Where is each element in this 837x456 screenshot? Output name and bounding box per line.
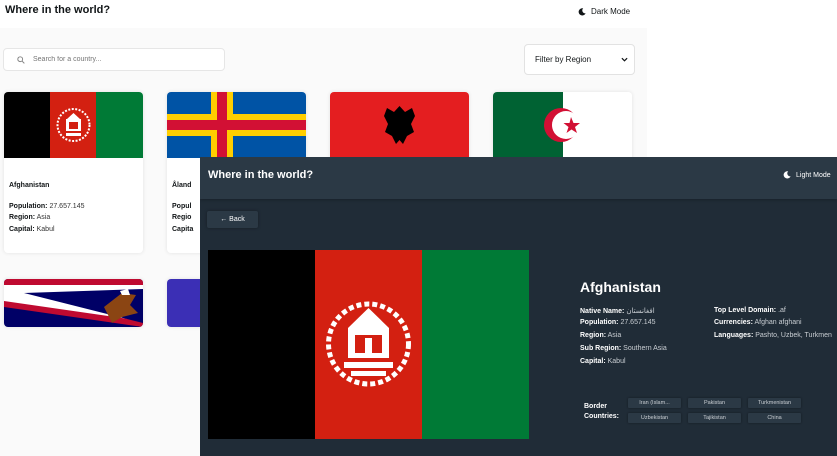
moon-icon [783, 171, 791, 179]
dark-mode-window: Where in the world? Light Mode ← Back Af… [200, 157, 837, 456]
country-card[interactable] [4, 279, 143, 327]
search-box[interactable] [3, 48, 225, 71]
languages-row: Languages: Pashto, Uzbek, Turkmen [714, 332, 832, 339]
flag-image-large [208, 250, 529, 439]
capital-row: Capital: Kabul [580, 358, 626, 365]
border-country-chip[interactable]: Tajikistan [688, 413, 741, 423]
border-country-chip[interactable]: Turkmenistan [748, 398, 801, 408]
chevron-down-icon [621, 57, 628, 62]
region-row: Region: Asia [9, 214, 51, 221]
region-row: Regio [172, 214, 192, 221]
native-name-row: Native Name: افغانستان [580, 308, 655, 315]
capital-row: Capita [172, 226, 194, 233]
country-name: Afghanistan [9, 182, 50, 189]
border-country-chip[interactable]: Iran (Islam... [628, 398, 681, 408]
dark-mode-label: Dark Mode [591, 7, 631, 16]
search-icon [17, 55, 25, 64]
country-title: Afghanistan [580, 279, 661, 295]
light-mode-toggle[interactable]: Light Mode [783, 171, 831, 179]
tld-row: Top Level Domain: .af [714, 307, 786, 314]
border-countries-label: Border Countries: [584, 403, 619, 420]
search-input[interactable] [33, 56, 193, 63]
flag-image [493, 92, 632, 158]
border-country-chip[interactable]: China [748, 413, 801, 423]
flag-image [4, 92, 143, 158]
population-row: Population: 27.657.145 [9, 203, 85, 210]
flag-image [167, 92, 306, 158]
dark-mode-toggle[interactable]: Dark Mode [578, 7, 630, 16]
region-filter-value: Filter by Region [535, 55, 592, 64]
moon-icon [578, 7, 586, 15]
header: Where in the world? Light Mode [200, 157, 837, 199]
light-mode-label: Light Mode [796, 171, 831, 179]
currencies-row: Currencies: Afghan afghani [714, 319, 802, 326]
region-row: Region: Asia [580, 332, 622, 339]
header: Where in the world? Dark Mode [0, 0, 647, 28]
flag-image [4, 279, 143, 327]
border-country-chip[interactable]: Uzbekistan [628, 413, 681, 423]
country-card[interactable]: Afghanistan Population: 27.657.145 Regio… [4, 92, 143, 253]
sub-region-row: Sub Region: Southern Asia [580, 345, 667, 352]
flag-image [330, 92, 469, 158]
border-country-chip[interactable]: Pakistan [688, 398, 741, 408]
app-title: Where in the world? [208, 169, 314, 181]
capital-row: Capital: Kabul [9, 226, 55, 233]
population-row: Population: 27.657.145 [580, 319, 656, 326]
country-name: Åland [172, 182, 192, 189]
app-title: Where in the world? [5, 4, 111, 16]
back-button[interactable]: ← Back [207, 211, 258, 228]
population-row: Popul [172, 203, 192, 210]
region-filter-select[interactable]: Filter by Region [524, 44, 635, 75]
